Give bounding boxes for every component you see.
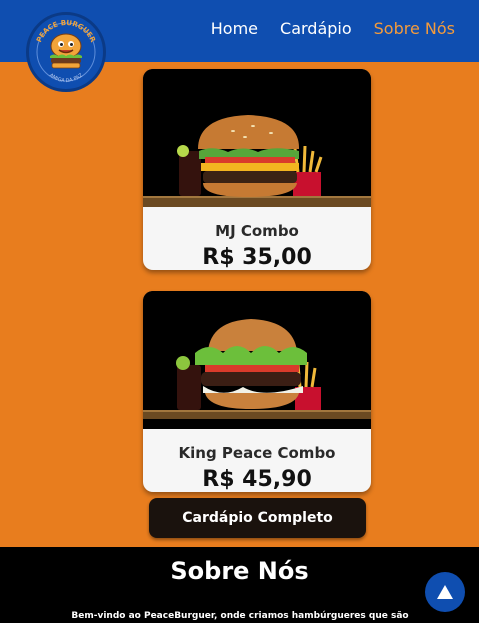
main-nav: Home Cardápio Sobre Nós bbox=[211, 19, 455, 38]
back-to-top-button[interactable] bbox=[425, 572, 465, 612]
nav-cardapio-link[interactable]: Cardápio bbox=[280, 19, 352, 38]
nav-home-link[interactable]: Home bbox=[211, 19, 258, 38]
product-name: MJ Combo bbox=[215, 222, 299, 240]
product-price: R$ 35,00 bbox=[202, 245, 312, 270]
full-menu-button[interactable]: Cardápio Completo bbox=[149, 498, 366, 538]
nav-sobre-nos-link[interactable]: Sobre Nós bbox=[374, 19, 455, 38]
product-card[interactable]: MJ Combo R$ 35,00 bbox=[143, 69, 371, 270]
product-name: King Peace Combo bbox=[178, 444, 336, 462]
about-title: Sobre Nós bbox=[170, 557, 309, 585]
burger-mascot-logo: PEACE BURGUER AMIGA DA PAZ bbox=[30, 16, 102, 88]
arrow-up-icon bbox=[437, 585, 453, 599]
product-card[interactable]: King Peace Combo R$ 45,90 bbox=[143, 291, 371, 492]
about-section: Sobre Nós Bem-vindo ao PeaceBurguer, ond… bbox=[0, 547, 479, 623]
product-photo-mj-combo bbox=[143, 69, 371, 207]
product-price: R$ 45,90 bbox=[202, 467, 312, 492]
product-photo-king-peace-combo bbox=[143, 291, 371, 429]
about-text: Bem-vindo ao PeaceBurguer, onde criamos … bbox=[71, 611, 409, 621]
logo[interactable]: PEACE BURGUER AMIGA DA PAZ bbox=[26, 12, 106, 92]
